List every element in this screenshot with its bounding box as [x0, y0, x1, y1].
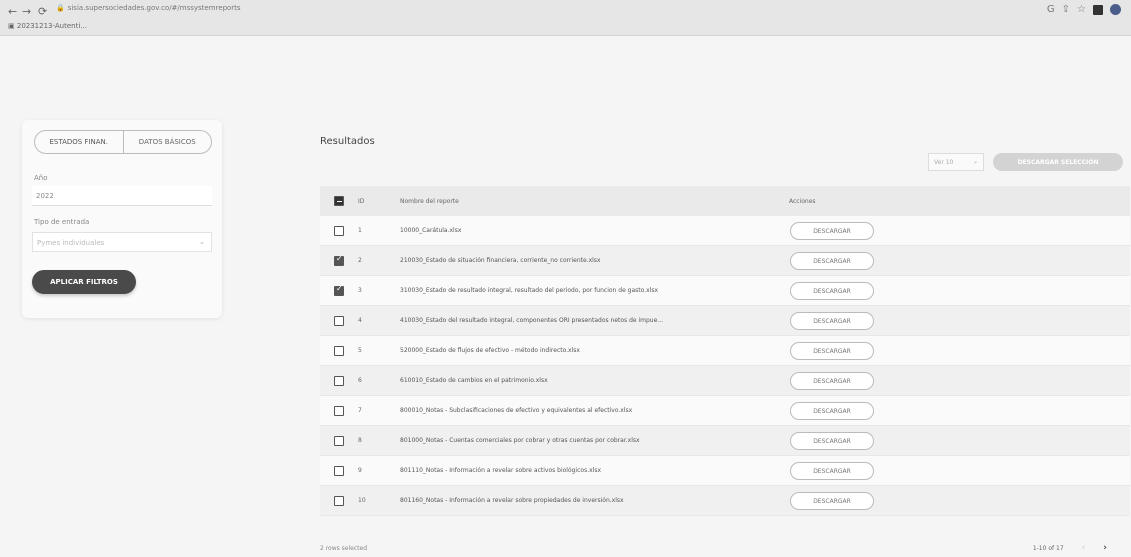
row-id: 9 [358, 467, 362, 474]
row-id: 5 [358, 347, 362, 354]
download-button[interactable]: DESCARGAR [790, 402, 874, 420]
url-text: sisia.supersociedades.gov.co/#/mssystemr… [67, 4, 241, 12]
bookmark-icon: ▣ [8, 22, 15, 30]
next-page-icon[interactable]: › [1103, 543, 1107, 553]
selection-count: 2 rows selected [320, 545, 367, 552]
row-report-name: 800010_Notas - Subclasificaciones de efe… [400, 407, 633, 414]
row-report-name: 210030_Estado de situación financiera, c… [400, 257, 601, 264]
download-button[interactable]: DESCARGAR [790, 432, 874, 450]
anio-field[interactable]: 2022 [32, 186, 212, 206]
download-button[interactable]: DESCARGAR [790, 342, 874, 360]
row-id: 6 [358, 377, 362, 384]
download-button[interactable]: DESCARGAR [790, 462, 874, 480]
row-checkbox[interactable] [334, 226, 344, 236]
download-selection-button[interactable]: DESCARGAR SELECCIÓN [993, 153, 1123, 171]
prev-page-icon[interactable]: ‹ [1082, 543, 1086, 553]
row-report-name: 410030_Estado del resultado integral, co… [400, 317, 664, 324]
row-checkbox[interactable] [334, 346, 344, 356]
reload-icon[interactable]: ⟳ [38, 5, 47, 18]
row-checkbox[interactable] [334, 376, 344, 386]
page-size-select[interactable]: Ver 10 ⌄ [928, 153, 984, 171]
row-report-name: 610010_Estado de cambios en el patrimoni… [400, 377, 548, 384]
tipo-entrada-label: Tipo de entrada [34, 218, 90, 226]
table-row: 2 210030_Estado de situación financiera, … [320, 246, 1130, 276]
table-row: 7 800010_Notas - Subclasificaciones de ef… [320, 396, 1130, 426]
pagination: 1-10 of 17 ‹ › [1033, 543, 1107, 553]
row-report-name: 801160_Notas - Información a revelar sob… [400, 497, 624, 504]
anio-label: Año [34, 174, 48, 182]
back-icon[interactable]: ← [8, 5, 17, 18]
results-title: Resultados [320, 136, 375, 147]
row-checkbox[interactable] [334, 496, 344, 506]
page-range: 1-10 of 17 [1032, 544, 1064, 552]
row-checkbox[interactable] [334, 284, 344, 296]
table-row: 8 801000_Notas - Cuentas comerciales por … [320, 426, 1130, 456]
page-size-value: Ver 10 [934, 159, 954, 166]
table-row: 10 801160_Notas - Información a revelar s… [320, 486, 1130, 516]
reports-table: ID Nombre del reporte Acciones 1 10000_Ca… [320, 186, 1130, 516]
row-report-name: 801110_Notas - Información a revelar sob… [400, 467, 601, 474]
chevron-down-icon: ⌄ [199, 238, 205, 246]
report-type-toggle: ESTADOS FINAN. DATOS BÁSICOS [34, 130, 212, 154]
row-id: 8 [358, 437, 362, 444]
header-id: ID [358, 198, 365, 205]
download-button[interactable]: DESCARGAR [790, 252, 874, 270]
download-button[interactable]: DESCARGAR [790, 312, 874, 330]
table-header: ID Nombre del reporte Acciones [320, 186, 1130, 216]
chevron-down-icon: ⌄ [972, 158, 978, 165]
lock-icon: 🔒 [56, 4, 65, 12]
download-button[interactable]: DESCARGAR [790, 282, 874, 300]
row-id: 2 [358, 257, 362, 264]
profile-avatar[interactable] [1110, 4, 1121, 15]
row-checkbox[interactable] [334, 466, 344, 476]
toggle-estados-financieros[interactable]: ESTADOS FINAN. [35, 131, 124, 153]
table-row: 5 520000_Estado de flujos de efectivo - m… [320, 336, 1130, 366]
row-checkbox[interactable] [334, 254, 344, 266]
tipo-entrada-value: Pymes individuales [37, 239, 105, 247]
row-report-name: 310030_Estado de resultado integral, res… [400, 287, 658, 294]
apply-filters-button[interactable]: APLICAR FILTROS [32, 270, 136, 294]
row-checkbox[interactable] [334, 316, 344, 326]
browser-toolbar: ← → ⟳ 🔒 sisia.supersociedades.gov.co/#/ms… [0, 0, 1131, 36]
table-row: 1 10000_Carátula.xlsx DESCARGAR [320, 216, 1130, 246]
star-icon[interactable]: ☆ [1077, 4, 1086, 15]
row-id: 1 [358, 227, 362, 234]
filter-panel: ESTADOS FINAN. DATOS BÁSICOS Año 2022 Ti… [22, 120, 222, 318]
table-row: 9 801110_Notas - Información a revelar so… [320, 456, 1130, 486]
row-report-name: 520000_Estado de flujos de efectivo - mé… [400, 347, 580, 354]
select-all-checkbox[interactable] [334, 196, 344, 206]
share-icon[interactable]: ⇪ [1062, 4, 1070, 15]
download-button[interactable]: DESCARGAR [790, 222, 874, 240]
header-actions: Acciones [789, 198, 816, 205]
tipo-entrada-select[interactable]: Pymes individuales ⌄ [32, 232, 212, 252]
header-name: Nombre del reporte [400, 198, 459, 205]
table-row: 4 410030_Estado del resultado integral, c… [320, 306, 1130, 336]
extension-icon[interactable] [1093, 4, 1103, 15]
address-bar[interactable]: 🔒 sisia.supersociedades.gov.co/#/mssystem… [56, 4, 241, 12]
row-report-name: 801000_Notas - Cuentas comerciales por c… [400, 437, 640, 444]
row-id: 7 [358, 407, 362, 414]
row-id: 10 [358, 497, 366, 504]
table-row: 6 610010_Estado de cambios en el patrimon… [320, 366, 1130, 396]
download-button[interactable]: DESCARGAR [790, 492, 874, 510]
row-report-name: 10000_Carátula.xlsx [400, 227, 462, 234]
row-id: 3 [358, 287, 362, 294]
google-icon[interactable]: G [1047, 4, 1055, 15]
row-id: 4 [358, 317, 362, 324]
table-row: 3 310030_Estado de resultado integral, re… [320, 276, 1130, 306]
toggle-datos-basicos[interactable]: DATOS BÁSICOS [124, 131, 212, 153]
bookmark-label: 20231213-Autenti... [16, 22, 87, 30]
bookmark-item[interactable]: ▣ 20231213-Autenti... [8, 22, 87, 30]
forward-icon[interactable]: → [22, 5, 31, 18]
row-checkbox[interactable] [334, 406, 344, 416]
row-checkbox[interactable] [334, 436, 344, 446]
download-button[interactable]: DESCARGAR [790, 372, 874, 390]
